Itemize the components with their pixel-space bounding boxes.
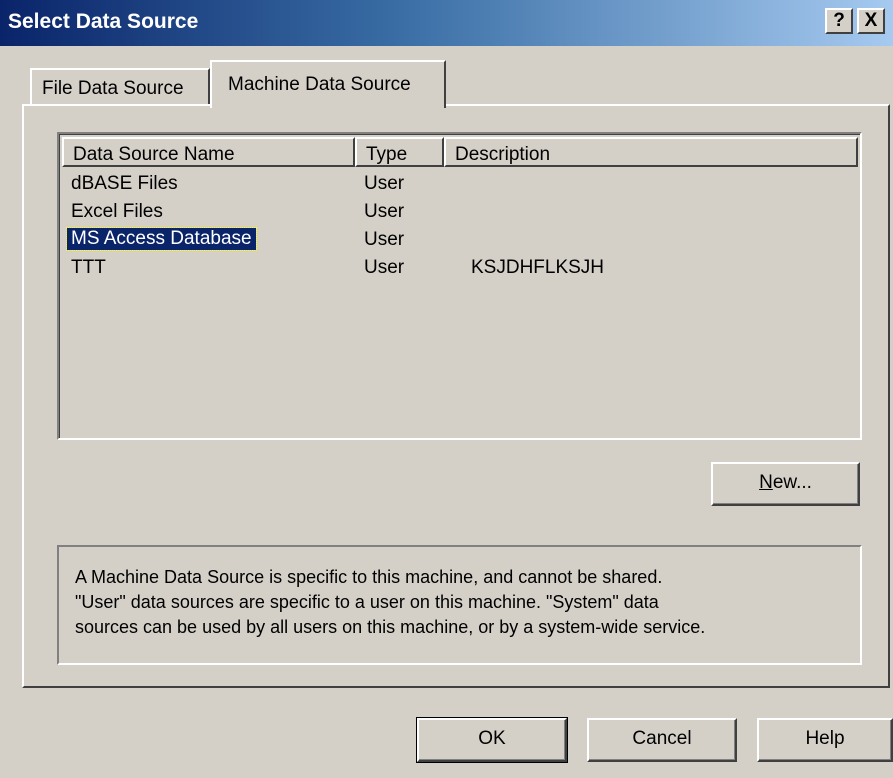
description-line: "User" data sources are specific to a us… [75, 592, 659, 612]
close-icon[interactable]: X [857, 8, 885, 34]
column-header-name[interactable]: Data Source Name [62, 137, 355, 167]
description-line: A Machine Data Source is specific to thi… [75, 567, 663, 587]
row-name: dBASE Files [71, 173, 178, 194]
list-header: Data Source Name Type Description [62, 137, 858, 167]
ok-button[interactable]: OK [416, 717, 568, 763]
title-bar: Select Data Source ? X [0, 0, 893, 46]
row-description: KSJDHFLKSJH [471, 257, 605, 278]
row-name: TTT [71, 257, 106, 278]
help-button[interactable]: Help [757, 718, 893, 762]
row-name: MS Access Database [66, 227, 257, 251]
new-button-accelerator: N [759, 472, 773, 493]
cancel-button[interactable]: Cancel [587, 718, 737, 762]
help-icon[interactable]: ? [825, 8, 853, 34]
list-item[interactable]: TTT User KSJDHFLKSJH [62, 255, 858, 283]
description-line: sources can be used by all users on this… [75, 617, 706, 637]
column-header-type[interactable]: Type [355, 137, 444, 167]
new-button[interactable]: New... [711, 462, 860, 506]
row-name: Excel Files [71, 201, 163, 222]
list-item-selected[interactable]: MS Access Database User [62, 227, 858, 255]
row-type: User [364, 229, 405, 250]
row-type: User [364, 257, 405, 278]
data-source-list[interactable]: Data Source Name Type Description dBASE … [57, 132, 862, 440]
row-type: User [364, 173, 405, 194]
new-button-label: ew... [772, 472, 812, 493]
tab-file-data-source[interactable]: File Data Source [30, 68, 210, 105]
tab-machine-data-source[interactable]: Machine Data Source [210, 60, 446, 108]
tab-label: Machine Data Source [228, 74, 411, 95]
row-type: User [364, 201, 405, 222]
description-box: A Machine Data Source is specific to thi… [57, 545, 862, 665]
list-item[interactable]: Excel Files User [62, 199, 858, 227]
tab-label: File Data Source [42, 78, 184, 99]
list-item[interactable]: dBASE Files User [62, 171, 858, 199]
column-header-description[interactable]: Description [444, 137, 858, 167]
window-title: Select Data Source [8, 10, 199, 33]
